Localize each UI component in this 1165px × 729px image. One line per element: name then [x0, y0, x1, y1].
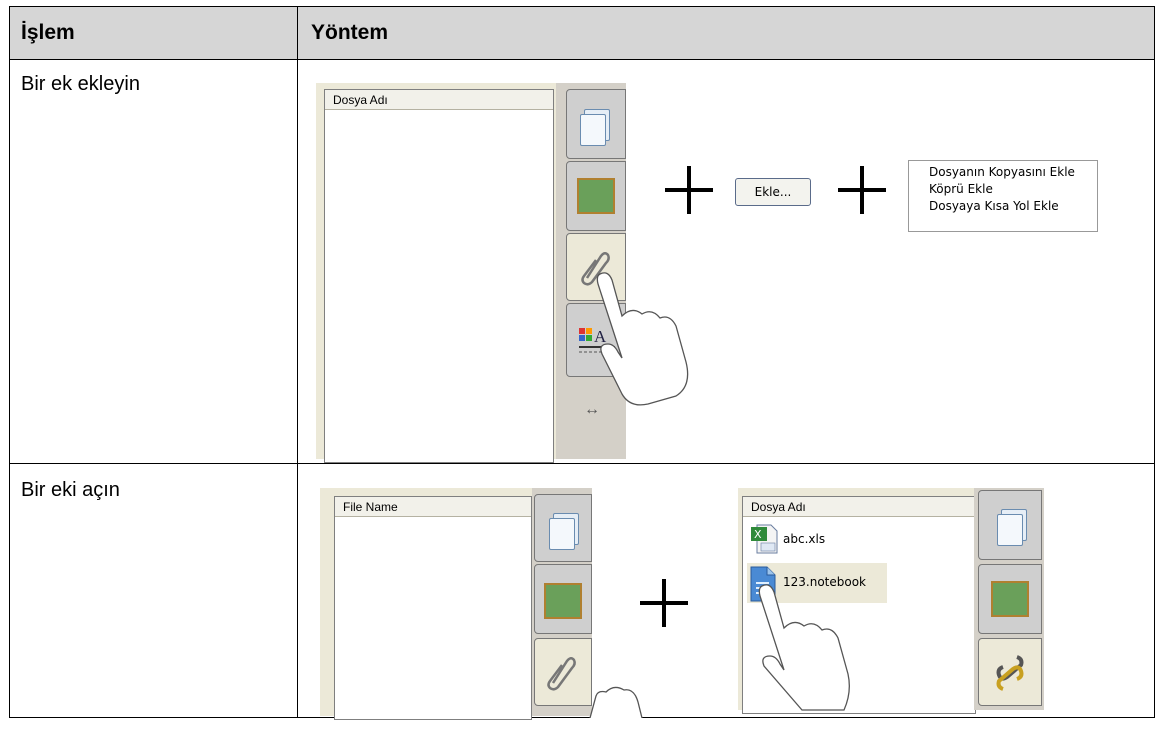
- plus-icon: [860, 166, 864, 214]
- row-action-add: Bir ek ekleyin: [21, 73, 140, 95]
- gallery-icon: [577, 178, 615, 214]
- tab-page-sorter[interactable]: [566, 89, 626, 159]
- header-islem: İşlem: [21, 21, 75, 44]
- link-icon: [996, 655, 1024, 691]
- menu-item-add-shortcut[interactable]: Dosyaya Kısa Yol Ekle: [929, 198, 1097, 215]
- plus-icon: [687, 166, 691, 214]
- gallery-icon: [991, 581, 1029, 617]
- menu-item-add-copy[interactable]: Dosyanın Kopyasını Ekle: [929, 164, 1097, 181]
- row-divider: [10, 463, 1154, 464]
- hand-pointer-icon: [596, 272, 689, 406]
- excel-file-icon: X: [751, 524, 778, 554]
- tab-page-sorter[interactable]: [534, 494, 592, 562]
- list-item[interactable]: X abc.xls: [747, 523, 947, 555]
- tab-gallery[interactable]: [978, 564, 1042, 634]
- tab-attachments[interactable]: [534, 638, 592, 706]
- add-button[interactable]: Ekle...: [735, 178, 811, 206]
- attachment-list: Dosya Adı: [324, 89, 554, 463]
- header-yontem: Yöntem: [311, 21, 389, 44]
- tab-gallery[interactable]: [534, 564, 592, 634]
- plus-icon: [662, 579, 666, 627]
- list-header: Dosya Adı: [325, 90, 553, 110]
- paperclip-icon: [547, 657, 576, 691]
- hand-pointer-icon: [589, 686, 643, 718]
- tab-gallery[interactable]: [566, 161, 626, 231]
- blank-page-icon: [580, 114, 606, 146]
- list-header: Dosya Adı: [743, 497, 975, 517]
- menu-item-add-hyperlink[interactable]: Köprü Ekle: [929, 181, 1097, 198]
- table-header: İşlem Yöntem: [10, 7, 1154, 60]
- svg-text:X: X: [754, 528, 762, 541]
- blank-page-icon: [997, 514, 1023, 546]
- hand-pointer-icon: [758, 584, 850, 711]
- tab-attachments[interactable]: [978, 638, 1042, 706]
- file-name: abc.xls: [783, 532, 826, 546]
- attachment-list-left: File Name: [334, 496, 532, 720]
- row-action-open: Bir eki açın: [21, 479, 120, 501]
- list-header: File Name: [335, 497, 531, 517]
- blank-page-icon: [549, 518, 575, 550]
- attachments-panel-left: File Name: [320, 488, 592, 720]
- tab-page-sorter[interactable]: [978, 490, 1042, 560]
- gallery-icon: [544, 583, 582, 619]
- add-menu: Dosyanın Kopyasını Ekle Köprü Ekle Dosya…: [908, 160, 1098, 232]
- column-divider: [297, 7, 298, 717]
- attachments-panel: Dosya Adı A ↔: [316, 83, 626, 463]
